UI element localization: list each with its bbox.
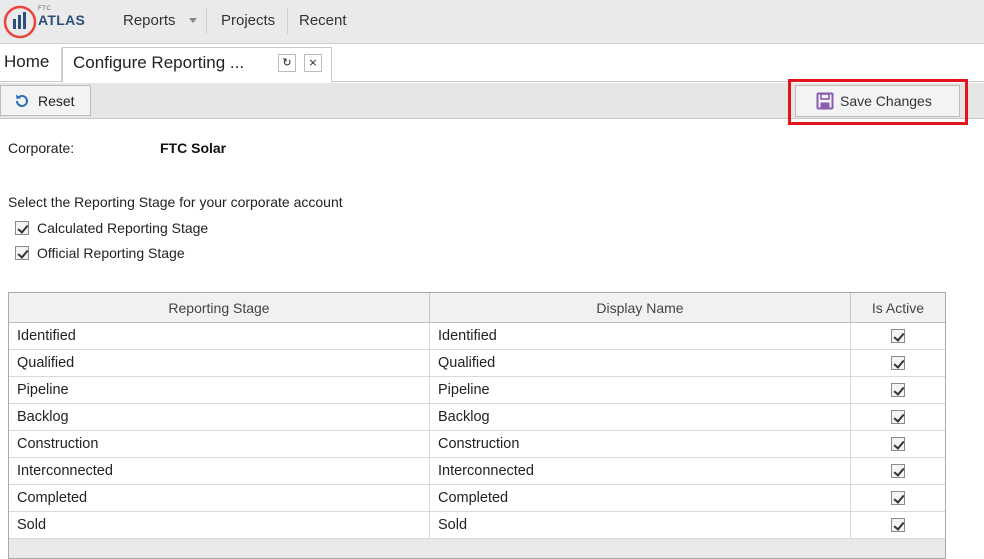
nav-divider — [206, 8, 207, 34]
tab-configure-reporting[interactable]: Configure Reporting ... ↻ × — [62, 47, 332, 83]
cell-display-name[interactable]: Backlog — [430, 404, 851, 431]
cell-display-name[interactable]: Pipeline — [430, 377, 851, 404]
cell-display-name[interactable]: Identified — [430, 323, 851, 350]
cell-reporting-stage[interactable]: Identified — [9, 323, 430, 350]
logo-text: ATLAS — [38, 12, 86, 28]
table-row[interactable]: Sold Sold — [9, 512, 945, 539]
header-is-active[interactable]: Is Active — [851, 293, 945, 323]
refresh-icon[interactable]: ↻ — [278, 54, 296, 72]
cell-reporting-stage[interactable]: Completed — [9, 485, 430, 512]
is-active-checkbox[interactable] — [891, 383, 905, 397]
table-row[interactable]: Qualified Qualified — [9, 350, 945, 377]
header-display-name[interactable]: Display Name — [430, 293, 851, 323]
is-active-checkbox[interactable] — [891, 518, 905, 532]
official-stage-checkbox[interactable] — [15, 246, 29, 260]
cell-reporting-stage[interactable]: Construction — [9, 431, 430, 458]
cell-reporting-stage[interactable]: Sold — [9, 512, 430, 539]
corporate-value: FTC Solar — [160, 140, 227, 156]
tab-bar: Home Configure Reporting ... ↻ × — [0, 44, 984, 83]
tab-title: Configure Reporting ... — [73, 53, 245, 72]
cell-display-name[interactable]: Interconnected — [430, 458, 851, 485]
cell-reporting-stage[interactable]: Qualified — [9, 350, 430, 377]
cell-reporting-stage[interactable]: Interconnected — [9, 458, 430, 485]
atlas-logo-icon — [3, 5, 37, 39]
save-changes-button[interactable]: Save Changes — [795, 85, 960, 117]
table-row[interactable]: Interconnected Interconnected — [9, 458, 945, 485]
cell-display-name[interactable]: Completed — [430, 485, 851, 512]
is-active-checkbox[interactable] — [891, 410, 905, 424]
is-active-checkbox[interactable] — [891, 356, 905, 370]
table-row[interactable]: Completed Completed — [9, 485, 945, 512]
calculated-stage-checkbox[interactable] — [15, 221, 29, 235]
table-row[interactable]: Identified Identified — [9, 323, 945, 350]
nav-projects[interactable]: Projects — [221, 12, 275, 29]
reset-label: Reset — [38, 93, 75, 109]
is-active-checkbox[interactable] — [891, 464, 905, 478]
floppy-disk-icon — [816, 92, 834, 110]
is-active-checkbox[interactable] — [891, 437, 905, 451]
is-active-checkbox[interactable] — [891, 491, 905, 505]
cell-display-name[interactable]: Sold — [430, 512, 851, 539]
is-active-checkbox[interactable] — [891, 329, 905, 343]
corporate-label: Corporate: — [8, 140, 75, 156]
nav-divider — [287, 8, 288, 34]
official-stage-label: Official Reporting Stage — [37, 245, 185, 261]
calculated-stage-label: Calculated Reporting Stage — [37, 220, 209, 236]
nav-reports[interactable]: Reports — [123, 12, 176, 29]
cell-display-name[interactable]: Construction — [430, 431, 851, 458]
chevron-down-icon[interactable] — [189, 18, 197, 23]
reporting-stage-prompt: Select the Reporting Stage for your corp… — [8, 194, 343, 210]
table-row[interactable]: Construction Construction — [9, 431, 945, 458]
grid-header: Reporting Stage Display Name Is Active — [9, 293, 945, 323]
close-icon[interactable]: × — [304, 54, 322, 72]
atlas-logo[interactable]: FTC ATLAS — [2, 3, 102, 41]
table-row[interactable]: Pipeline Pipeline — [9, 377, 945, 404]
reporting-stage-grid: Reporting Stage Display Name Is Active I… — [8, 292, 946, 559]
header-reporting-stage[interactable]: Reporting Stage — [9, 293, 430, 323]
reset-button[interactable]: Reset — [0, 85, 91, 116]
cell-reporting-stage[interactable]: Pipeline — [9, 377, 430, 404]
cell-display-name[interactable]: Qualified — [430, 350, 851, 377]
top-nav: FTC ATLAS Reports Projects Recent — [0, 0, 984, 44]
nav-recent[interactable]: Recent — [299, 12, 347, 29]
cell-reporting-stage[interactable]: Backlog — [9, 404, 430, 431]
undo-icon — [16, 94, 28, 107]
tab-home[interactable]: Home — [0, 52, 49, 72]
table-row[interactable]: Backlog Backlog — [9, 404, 945, 431]
save-label: Save Changes — [840, 93, 932, 109]
